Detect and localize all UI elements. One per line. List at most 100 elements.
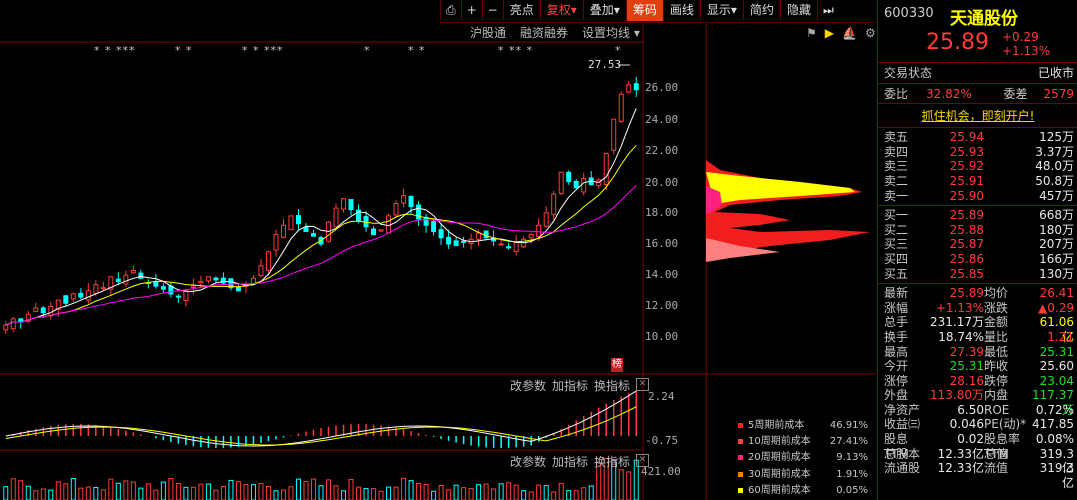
stat-value: 6.50 bbox=[957, 402, 984, 417]
volume-bar bbox=[130, 481, 136, 500]
volume-bar bbox=[123, 480, 129, 500]
toolbar-simple[interactable]: 简约 bbox=[742, 0, 780, 21]
stat-value: 12.33亿 bbox=[937, 446, 984, 461]
volume-bar bbox=[85, 486, 91, 500]
candle-body bbox=[603, 153, 609, 185]
boat-icon[interactable]: ⛵ bbox=[842, 26, 857, 40]
volume-bar bbox=[115, 482, 121, 500]
stat-label: 金额 bbox=[984, 315, 1009, 330]
stat-value: 0.02 bbox=[957, 432, 984, 447]
y-tick: 20.00 bbox=[645, 176, 679, 189]
candle-body bbox=[190, 285, 196, 288]
stat-value: 417.85 bbox=[1032, 417, 1074, 432]
bid-volume: 668万 bbox=[1039, 208, 1074, 223]
volume-bar bbox=[153, 489, 159, 500]
stat-row: 最新 25.89 均价 26.41 bbox=[878, 286, 1077, 301]
volume-bar bbox=[408, 480, 414, 500]
stat-value: 117.37万 bbox=[1032, 388, 1074, 417]
flag-icon[interactable]: ⚑ bbox=[806, 26, 817, 40]
ask-volume: 3.37万 bbox=[1035, 144, 1074, 159]
toolbar-highlights[interactable]: 亮点 bbox=[502, 0, 540, 21]
news-marker[interactable]: * bbox=[615, 44, 622, 57]
toolbar-hide[interactable]: 隐藏 bbox=[779, 0, 817, 21]
stat-label: 涨幅 bbox=[884, 300, 909, 315]
gear-icon[interactable]: ⚙ bbox=[865, 26, 876, 40]
sub2-edit-params[interactable]: 改参数 bbox=[510, 453, 546, 470]
ma-settings-link[interactable]: 设置均线 ▾ bbox=[582, 24, 640, 42]
stat-label: 今开 bbox=[884, 359, 909, 374]
volume-bar bbox=[626, 471, 632, 500]
ranking-badge[interactable]: 榜 bbox=[611, 358, 623, 372]
toolbar-overlay[interactable]: 叠加▾ bbox=[582, 0, 626, 21]
volume-bar bbox=[295, 478, 301, 500]
toolbar-chips[interactable]: 筹码 bbox=[625, 0, 663, 21]
candle-body bbox=[401, 195, 407, 204]
sub1-switch-indicator[interactable]: 换指标 bbox=[594, 377, 630, 394]
news-marker[interactable]: * * *** bbox=[94, 44, 136, 57]
volume-bar bbox=[438, 485, 444, 500]
candle-body bbox=[506, 246, 512, 249]
sub1-edit-params[interactable]: 改参数 bbox=[510, 377, 546, 394]
candle-body bbox=[123, 274, 129, 285]
candle-body bbox=[280, 224, 286, 238]
cursor-icon[interactable]: ▶ bbox=[825, 26, 834, 40]
news-marker[interactable]: * * bbox=[408, 44, 426, 57]
candle-body bbox=[160, 286, 166, 290]
candle-body bbox=[273, 234, 279, 251]
stat-value: 26.41 bbox=[1039, 286, 1074, 301]
sub1-add-indicator[interactable]: 加指标 bbox=[552, 377, 588, 394]
candle-body bbox=[303, 226, 309, 233]
margin-trading-link[interactable]: 融资融券 bbox=[520, 24, 568, 42]
sub2-add-indicator[interactable]: 加指标 bbox=[552, 453, 588, 470]
ask-row: 卖五 25.94 125万 bbox=[878, 130, 1077, 145]
plus-icon[interactable]: + bbox=[460, 0, 482, 21]
ask-volume: 457万 bbox=[1039, 188, 1074, 203]
volume-bar bbox=[228, 479, 234, 500]
shanghai-connect-link[interactable]: 沪股通 bbox=[470, 24, 506, 42]
volume-bar bbox=[506, 482, 512, 500]
ask-row: 卖三 25.92 48.0万 bbox=[878, 159, 1077, 174]
volume-bar bbox=[25, 485, 31, 500]
candle-body bbox=[558, 171, 564, 194]
bid-book: 买一 25.89 668万 买二 25.88 180万 买三 25.87 207万 买四 25.86… bbox=[878, 206, 1077, 285]
volume-bar bbox=[513, 484, 519, 500]
quote-stats: 最新 25.89 均价 26.41 涨幅 +1.13% 涨跌 ▲0.29 总手 231.17万 金额… bbox=[878, 284, 1077, 490]
price-change: +0.29 bbox=[1002, 30, 1039, 44]
volume-bar bbox=[491, 488, 497, 500]
max-price-label: 27.53 bbox=[588, 58, 622, 71]
stat-value: 28.16 bbox=[949, 373, 984, 388]
candle-body bbox=[461, 240, 467, 243]
sub2-switch-indicator[interactable]: 换指标 bbox=[594, 453, 630, 470]
open-account-link[interactable]: 抓住机会，即刻开户! bbox=[922, 109, 1035, 123]
y-tick: 26.00 bbox=[645, 81, 679, 94]
volume-bar bbox=[3, 486, 9, 500]
trade-status: 已收市 bbox=[1037, 66, 1074, 80]
candle-body bbox=[93, 284, 99, 294]
bid-volume: 130万 bbox=[1039, 266, 1074, 281]
stat-label: 净资产 bbox=[884, 402, 921, 417]
volume-bar bbox=[175, 482, 181, 500]
news-marker[interactable]: * * *** bbox=[242, 44, 284, 57]
news-marker[interactable]: * bbox=[364, 44, 371, 57]
toolbar-restore-rights[interactable]: 复权▾ bbox=[539, 0, 583, 21]
candle-body bbox=[341, 198, 347, 210]
volume-bar bbox=[280, 489, 286, 500]
toolbar-display[interactable]: 显示▾ bbox=[699, 0, 743, 21]
stat-row: 收益㈢ 0.046 PE(动)* 417.85 bbox=[878, 417, 1077, 432]
stat-row: 今开 25.31 昨收 25.60 bbox=[878, 359, 1077, 374]
volume-bar bbox=[250, 484, 256, 500]
stat-label: 股息率TTM bbox=[984, 432, 1021, 461]
news-marker[interactable]: * * bbox=[175, 44, 193, 57]
page-icon[interactable]: ⎙ bbox=[440, 0, 461, 21]
stat-value: 61.06亿 bbox=[1039, 315, 1074, 344]
candle-body bbox=[446, 236, 452, 245]
volume-bar bbox=[310, 478, 316, 500]
volume-bar bbox=[393, 486, 399, 500]
fast-forward-icon[interactable]: ⏭ bbox=[816, 0, 839, 21]
ask-level-label: 卖四 bbox=[884, 144, 909, 159]
toolbar-draw[interactable]: 画线 bbox=[662, 0, 700, 21]
volume-bar bbox=[138, 487, 144, 500]
sub2-top-value: 421.00 bbox=[641, 465, 681, 478]
minus-icon[interactable]: − bbox=[481, 0, 503, 21]
news-marker[interactable]: * ** * bbox=[498, 44, 533, 57]
